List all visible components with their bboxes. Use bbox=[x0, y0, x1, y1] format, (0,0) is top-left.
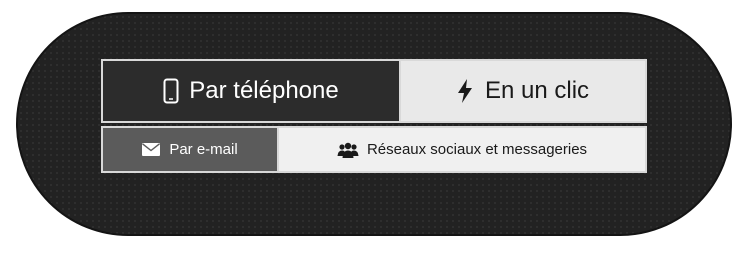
envelope-icon bbox=[142, 143, 161, 156]
tab-par-telephone[interactable]: Par téléphone bbox=[103, 61, 401, 121]
secondary-contact-tabs: Par e-mail Réseaux sociaux et messagerie… bbox=[101, 126, 647, 173]
tab-en-un-clic[interactable]: En un clic bbox=[401, 61, 645, 121]
mobile-phone-icon bbox=[163, 78, 179, 104]
lightning-bolt-icon bbox=[457, 79, 473, 103]
users-icon bbox=[337, 142, 359, 158]
primary-contact-tabs: Par téléphone En un clic bbox=[101, 59, 647, 123]
tab-reseaux-sociaux-label: Réseaux sociaux et messageries bbox=[366, 141, 588, 158]
tab-par-email-label: Par e-mail bbox=[169, 141, 238, 158]
tab-par-telephone-label: Par téléphone bbox=[189, 77, 339, 104]
tab-en-un-clic-label: En un clic bbox=[484, 77, 590, 104]
tab-par-email[interactable]: Par e-mail bbox=[103, 128, 279, 171]
contact-method-panel bbox=[16, 12, 732, 236]
tab-reseaux-sociaux[interactable]: Réseaux sociaux et messageries bbox=[279, 128, 645, 171]
